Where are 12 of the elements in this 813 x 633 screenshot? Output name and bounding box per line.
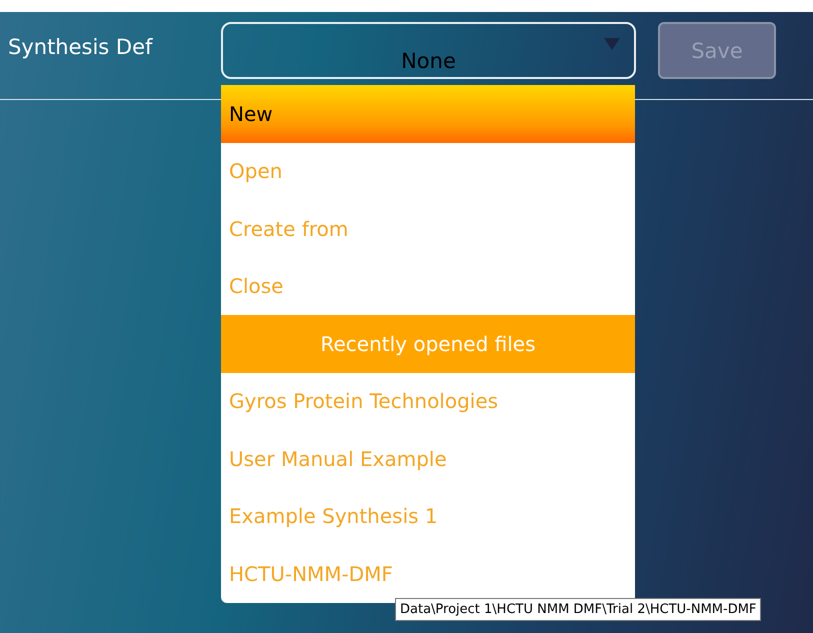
tooltip: Data\Project 1\HCTU NMM DMF\Trial 2\HCTU-NMM-DMF: [395, 598, 762, 621]
menu-item[interactable]: Close: [221, 258, 635, 315]
menu-item[interactable]: Open: [221, 142, 635, 200]
menu-item[interactable]: New: [221, 85, 635, 142]
menu-section-header: Recently opened files: [221, 315, 635, 372]
menu-item[interactable]: Gyros Protein Technologies: [221, 372, 635, 430]
caret-icon: [604, 38, 620, 50]
field-label: Synthesis Def: [8, 34, 154, 58]
menu-item[interactable]: Create from: [221, 200, 635, 258]
menu-item[interactable]: Example Synthesis 1: [221, 488, 635, 545]
menu-item[interactable]: User Manual Example: [221, 430, 635, 488]
dropdown[interactable]: None: [221, 22, 636, 79]
